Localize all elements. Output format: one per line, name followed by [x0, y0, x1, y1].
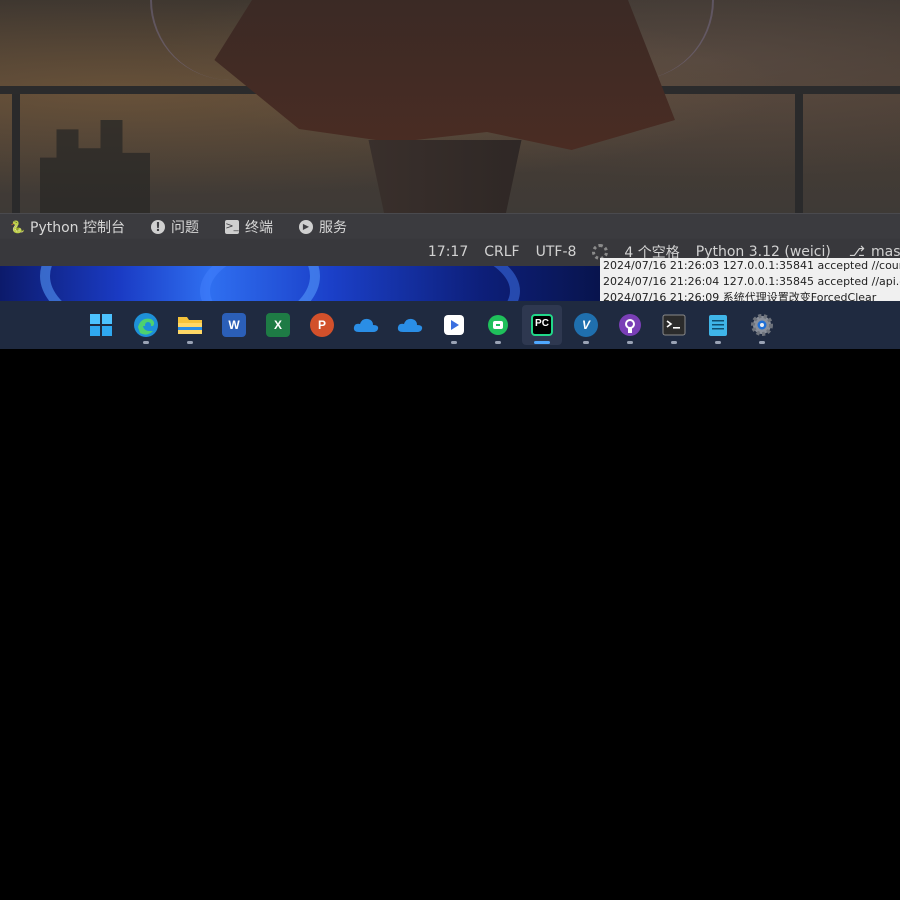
- taskbar-word[interactable]: W: [214, 305, 254, 345]
- tool-window-label: 服务: [318, 219, 347, 236]
- tool-window-services[interactable]: ▶ 服务: [298, 217, 347, 237]
- taskbar-pycharm[interactable]: PC: [522, 305, 562, 345]
- taskbar-media-player[interactable]: [434, 305, 474, 345]
- terminal-icon: >_: [224, 219, 239, 234]
- tool-window-label: 终端: [244, 219, 273, 236]
- taskbar-excel[interactable]: X: [258, 305, 298, 345]
- taskbar-notepad[interactable]: [698, 305, 738, 345]
- desktop-wallpaper: [0, 0, 900, 214]
- tool-window-label: 问题: [170, 219, 199, 236]
- windows-taskbar: W X P PC V: [0, 301, 900, 349]
- play-icon: [444, 315, 464, 335]
- taskbar-settings[interactable]: [742, 305, 782, 345]
- edge-icon: [134, 313, 158, 337]
- taskbar-github-desktop[interactable]: [610, 305, 650, 345]
- pycharm-icon: PC: [531, 314, 553, 336]
- line-separator[interactable]: CRLF: [484, 244, 519, 260]
- notepad-icon: [709, 315, 727, 336]
- onedrive-icon: [397, 318, 423, 332]
- tool-window-problems[interactable]: ! 问题: [150, 217, 199, 237]
- terminal-icon: [662, 314, 686, 336]
- taskbar-v2ray[interactable]: V: [566, 305, 606, 345]
- taskbar-terminal[interactable]: [654, 305, 694, 345]
- log-line: 2024/07/16 21:26:03 127.0.0.1:35841 acce…: [603, 259, 900, 272]
- python-icon: 🐍: [10, 219, 25, 234]
- log-line: 2024/07/16 21:26:09 系统代理设置改变ForcedClear: [603, 291, 877, 301]
- tool-window-terminal[interactable]: >_ 终端: [224, 217, 273, 237]
- onedrive-icon: [353, 318, 379, 332]
- v-icon: V: [574, 313, 598, 337]
- file-encoding[interactable]: UTF-8: [536, 244, 577, 260]
- excel-icon: X: [266, 313, 290, 337]
- taskbar-start-button[interactable]: [81, 305, 121, 345]
- taskbar-powerpoint[interactable]: P: [302, 305, 342, 345]
- ide-tool-window-bar: 🐍 Python 控制台 ! 问题 >_ 终端 ▶ 服务: [0, 213, 900, 239]
- windows-start-icon: [90, 314, 112, 336]
- taskbar-file-explorer[interactable]: [170, 305, 210, 345]
- taskbar-edge[interactable]: [126, 305, 166, 345]
- github-icon: [619, 314, 641, 336]
- word-icon: W: [222, 313, 246, 337]
- tool-window-label: Python 控制台: [30, 219, 125, 236]
- taskbar-onedrive-2[interactable]: [390, 305, 430, 345]
- taskbar-onedrive-1[interactable]: [346, 305, 386, 345]
- log-line: 2024/07/16 21:26:04 127.0.0.1:35845 acce…: [603, 275, 900, 288]
- windows-wallpaper-strip: [0, 266, 600, 301]
- folder-icon: [178, 317, 202, 334]
- proxy-log-panel: 2024/07/16 21:26:03 127.0.0.1:35841 acce…: [600, 258, 900, 301]
- caret-position[interactable]: 17:17: [428, 244, 468, 260]
- powerpoint-icon: P: [310, 313, 334, 337]
- services-icon: ▶: [298, 219, 313, 234]
- gear-icon: [751, 314, 773, 336]
- taskbar-chat-app[interactable]: [478, 305, 518, 345]
- chat-icon: [488, 315, 508, 335]
- problems-icon: !: [150, 219, 165, 234]
- tool-window-python-console[interactable]: 🐍 Python 控制台: [10, 217, 125, 237]
